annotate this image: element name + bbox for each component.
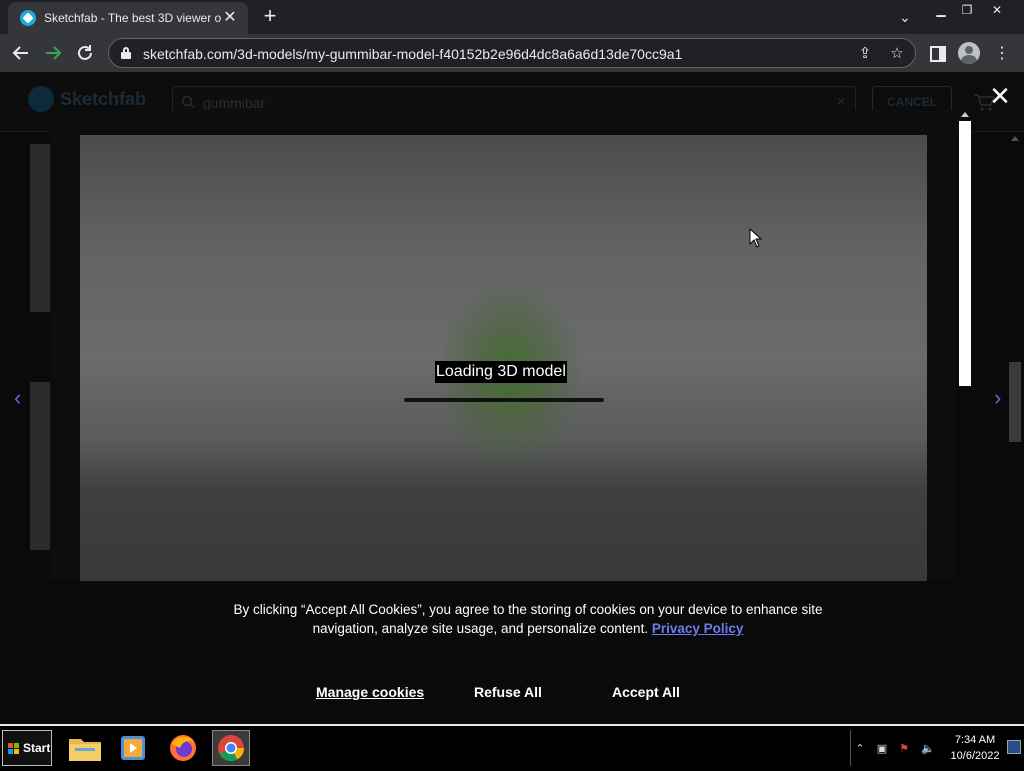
loading-label: Loading 3D model [435,361,567,383]
accept-all-button[interactable]: Accept All [612,682,680,702]
minimize-icon[interactable]: ▁ [928,2,954,18]
url-text: sketchfab.com/3d-models/my-gummibar-mode… [143,46,683,62]
loading-progress-bar [404,398,604,402]
window-close-icon[interactable]: ✕ [984,2,1010,18]
clock-time[interactable]: 7:34 AM [947,734,1003,746]
address-bar[interactable]: sketchfab.com/3d-models/my-gummibar-mode… [108,38,916,68]
lock-icon[interactable] [121,47,131,59]
model-viewer[interactable] [80,135,927,581]
media-player-icon[interactable] [114,730,152,766]
show-desktop-icon[interactable] [1007,740,1021,754]
volume-icon[interactable]: 🔈 [921,742,935,756]
taskbar: Start ⌃ ▣ ⚑ 🔈 7:34 AM 10/6/2022 [0,724,1024,768]
logo-text: Sketchfab [60,89,147,109]
chrome-icon[interactable] [212,730,250,766]
page-scrollbar-thumb[interactable] [1009,362,1021,442]
privacy-policy-link[interactable]: Privacy Policy [652,621,744,636]
modal-scrollbar-thumb[interactable] [959,121,971,386]
tab-strip: Sketchfab - The best 3D viewer on the we… [0,0,1024,34]
start-button[interactable]: Start [2,730,52,766]
tab-search-icon[interactable]: ⌄ [894,6,916,28]
tab-title: Sketchfab - The best 3D viewer on the we… [44,11,222,25]
tray-expand-icon[interactable]: ⌃ [853,742,867,756]
sketchfab-logo-icon [28,86,54,112]
action-center-flag-icon[interactable]: ⚑ [897,742,911,756]
new-tab-icon[interactable]: + [258,4,282,28]
tab-close-icon[interactable]: ✕ [220,8,240,28]
start-label: Start [23,741,51,755]
mouse-cursor-icon [749,228,763,248]
firefox-icon[interactable] [164,730,202,766]
result-thumbnail[interactable] [30,144,50,312]
reload-icon[interactable] [72,40,98,66]
kebab-menu-icon[interactable]: ⋮ [990,42,1014,66]
forward-icon[interactable] [40,40,66,66]
clear-search-icon[interactable]: × [837,93,845,109]
scroll-up-arrow-icon[interactable] [961,112,969,117]
search-icon [181,95,195,109]
modal-scrollbar[interactable] [958,112,972,387]
refuse-all-button[interactable]: Refuse All [474,682,542,702]
cookie-banner-text: By clicking “Accept All Cookies”, you ag… [230,600,826,638]
windows-flag-icon [8,743,20,755]
search-query: gummibar [203,95,266,111]
restore-icon[interactable]: ❐ [954,2,980,18]
page-scroll-up-icon[interactable] [1011,136,1019,141]
back-icon[interactable] [8,40,34,66]
page-scrollbar[interactable] [1008,136,1022,724]
network-icon[interactable]: ▣ [875,742,889,756]
clock-date[interactable]: 10/6/2022 [947,750,1003,762]
manage-cookies-button[interactable]: Manage cookies [316,682,424,702]
result-thumbnail[interactable] [30,382,50,550]
bookmark-star-icon[interactable]: ☆ [887,44,907,64]
viewer-close-button[interactable]: ✕ [988,83,1012,109]
sketchfab-logo[interactable]: Sketchfab [28,86,158,112]
side-panel-icon[interactable] [926,42,950,66]
previous-model-button[interactable]: ‹ [14,386,30,410]
share-icon[interactable]: ⇪ [855,44,875,64]
sketchfab-favicon-icon [20,10,36,26]
browser-toolbar: sketchfab.com/3d-models/my-gummibar-mode… [0,34,1024,72]
browser-tab[interactable]: Sketchfab - The best 3D viewer on the we… [8,2,248,34]
system-tray: ⌃ ▣ ⚑ 🔈 7:34 AM 10/6/2022 [850,730,1022,766]
file-explorer-icon[interactable] [66,730,104,766]
profile-avatar-icon[interactable] [958,42,980,64]
